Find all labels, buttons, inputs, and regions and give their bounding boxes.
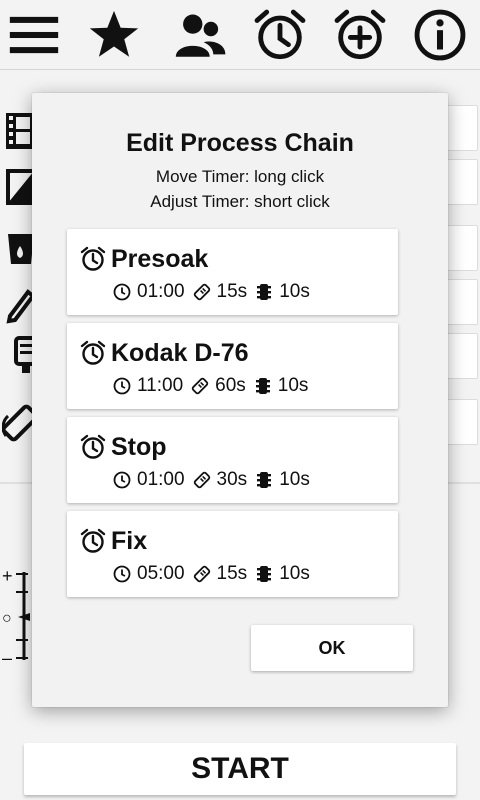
- step-drain: 10s: [279, 563, 310, 584]
- step-card[interactable]: Stop 01:00 30s 10s: [67, 417, 398, 503]
- alarm-icon: [80, 340, 106, 365]
- step-drain: 10s: [279, 469, 310, 490]
- step-time: 01:00: [137, 469, 185, 490]
- hint-adjust: Adjust Timer: short click: [150, 192, 330, 211]
- agitation-icon: [193, 471, 210, 489]
- step-time: 01:00: [137, 281, 185, 302]
- step-agitation: 30s: [216, 469, 248, 490]
- agitation-icon: [193, 565, 210, 583]
- clock-icon: [113, 471, 131, 489]
- step-time: 05:00: [137, 563, 185, 584]
- alarm-icon: [80, 246, 106, 271]
- step-card[interactable]: Presoak 01:00 15s 10s: [67, 229, 398, 315]
- edit-process-chain-dialog: Edit Process Chain Move Timer: long clic…: [32, 93, 448, 707]
- step-name: Kodak D-76: [111, 338, 249, 367]
- ok-button[interactable]: OK: [251, 625, 413, 671]
- drain-icon: [257, 284, 272, 300]
- drain-icon: [257, 472, 272, 488]
- hint-move: Move Timer: long click: [155, 167, 325, 186]
- clock-icon: [113, 377, 131, 395]
- alarm-icon: [80, 434, 106, 459]
- step-drain: 10s: [277, 375, 309, 396]
- step-drain: 10s: [279, 281, 310, 302]
- step-agitation: 60s: [215, 375, 246, 396]
- step-agitation: 15s: [216, 281, 248, 302]
- agitation-icon: [191, 377, 209, 395]
- drain-icon: [255, 378, 270, 394]
- clock-icon: [113, 565, 131, 583]
- step-name: Presoak: [111, 244, 209, 273]
- step-name: Fix: [111, 526, 148, 555]
- step-name: Stop: [111, 432, 167, 461]
- step-card[interactable]: Kodak D-76 11:00 60s 10s: [67, 323, 398, 409]
- clock-icon: [113, 283, 131, 301]
- agitation-icon: [193, 283, 210, 301]
- alarm-icon: [80, 528, 106, 553]
- step-card[interactable]: Fix 05:00 15s 10s: [67, 511, 398, 597]
- step-agitation: 15s: [216, 563, 248, 584]
- dialog-title: Edit Process Chain: [126, 129, 354, 157]
- step-time: 11:00: [137, 375, 184, 396]
- drain-icon: [257, 566, 272, 582]
